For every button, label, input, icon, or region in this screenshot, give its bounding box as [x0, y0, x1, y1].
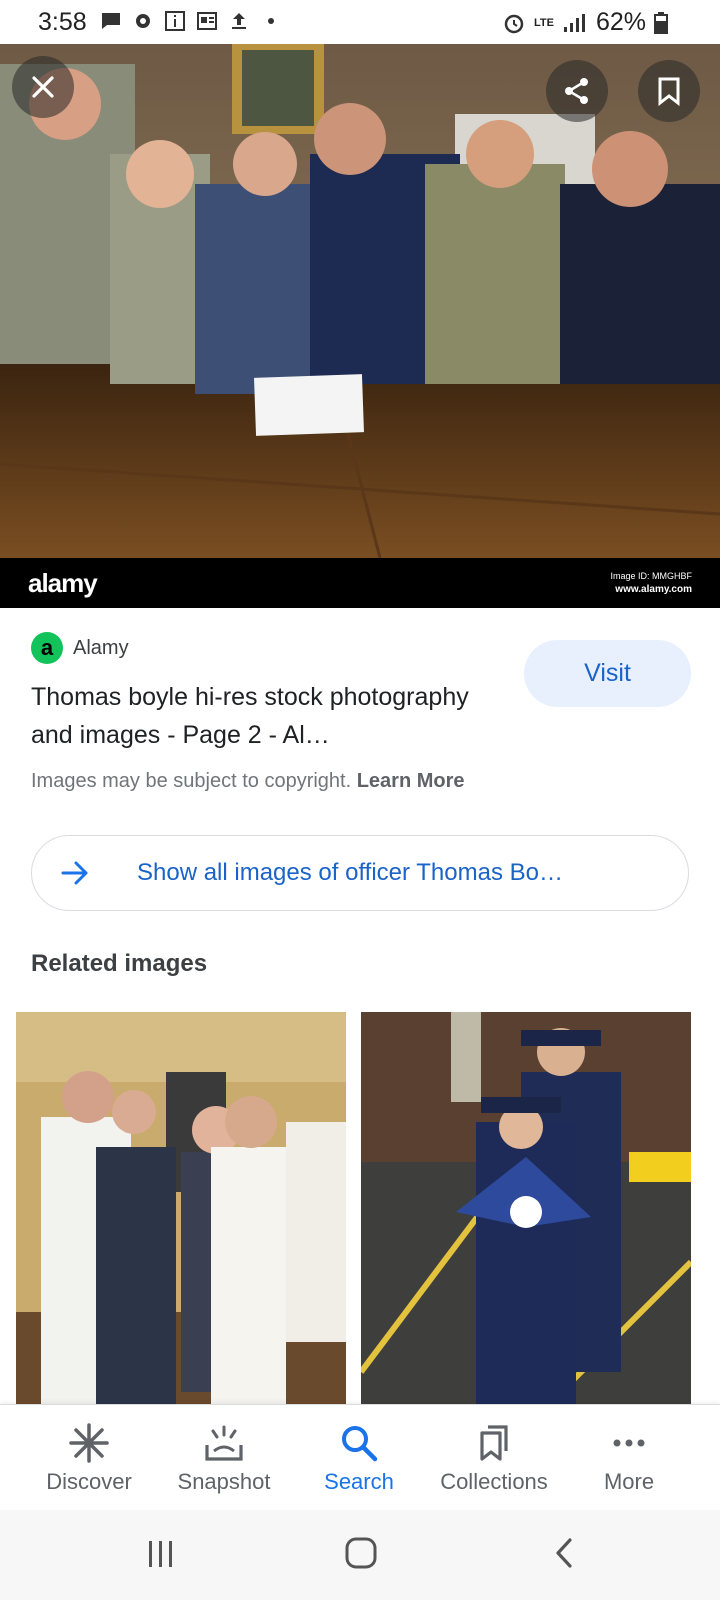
recent-apps-icon[interactable] [146, 1538, 176, 1570]
alamy-logo: alamy [28, 568, 98, 598]
close-icon [32, 76, 54, 98]
source-favicon-icon: a [31, 632, 63, 664]
news-icon [197, 12, 217, 30]
alarm-icon [504, 14, 524, 33]
copyright-notice: Images may be subject to copyright. Lear… [31, 770, 465, 793]
message-icon [102, 13, 120, 29]
back-icon[interactable] [552, 1536, 576, 1570]
dot-icon [268, 18, 274, 24]
watermark-bar: alamy Image ID: MMGHBF www.alamy.com [0, 558, 720, 608]
home-icon[interactable] [344, 1536, 378, 1570]
collections-icon [480, 1425, 508, 1461]
share-icon [565, 78, 588, 104]
system-navigation-bar [0, 1510, 720, 1600]
nav-more[interactable]: More [564, 1421, 694, 1495]
image-url: www.alamy.com [615, 584, 692, 595]
related-image-2[interactable] [361, 1012, 691, 1404]
signal-icon [563, 13, 585, 32]
arrow-right-icon [61, 861, 88, 885]
learn-more-link[interactable]: Learn More [357, 770, 465, 792]
info-icon [165, 11, 185, 31]
search-icon [342, 1426, 378, 1462]
status-time: 3:58 [38, 8, 87, 36]
nav-search[interactable]: Search [294, 1421, 424, 1495]
bookmark-icon [658, 77, 680, 106]
system-status: LTE 62% [502, 8, 668, 37]
nav-label: Discover [46, 1469, 132, 1494]
asterisk-icon [69, 1423, 109, 1463]
visit-button[interactable]: Visit [524, 640, 691, 707]
battery-icon [654, 11, 668, 34]
network-type: LTE [533, 16, 554, 29]
nav-label: Snapshot [177, 1469, 271, 1494]
bottom-navigation: Discover Snapshot Search Collections Mor… [0, 1404, 720, 1511]
more-icon [613, 1439, 645, 1447]
nav-label: More [603, 1469, 655, 1494]
battery-percent: 62% [595, 8, 646, 36]
related-images-heading: Related images [31, 950, 208, 977]
settings-icon [136, 14, 150, 28]
photo-placeholder [16, 1012, 346, 1404]
nav-label: Search [324, 1469, 394, 1494]
show-all-label: Show all images of officer Thomas Bo… [137, 859, 563, 886]
result-title[interactable]: Thomas boyle hi-res stock photography an… [31, 678, 501, 754]
nav-collections[interactable]: Collections [429, 1421, 559, 1495]
photo-placeholder [361, 1012, 691, 1404]
bookmark-button[interactable] [638, 60, 700, 122]
show-all-images-button[interactable]: Show all images of officer Thomas Bo… [31, 835, 689, 911]
source-name: Alamy [73, 636, 129, 659]
status-bar: 3:58 LTE 62% [0, 0, 720, 44]
main-image[interactable]: alamy Image ID: MMGHBF www.alamy.com [0, 44, 720, 608]
snapshot-icon [205, 1425, 243, 1461]
image-id: Image ID: MMGHBF [610, 571, 692, 581]
nav-discover[interactable]: Discover [24, 1421, 154, 1495]
close-button[interactable] [12, 56, 74, 118]
source-row[interactable]: a Alamy [31, 632, 129, 664]
photo-placeholder [0, 44, 720, 559]
share-button[interactable] [546, 60, 608, 122]
upload-icon [232, 13, 246, 29]
nav-label: Collections [440, 1469, 548, 1494]
related-image-1[interactable] [16, 1012, 346, 1404]
nav-snapshot[interactable]: Snapshot [159, 1421, 289, 1495]
copyright-text: Images may be subject to copyright. [31, 770, 352, 792]
notification-icons [100, 10, 282, 32]
image-meta: Image ID: MMGHBF www.alamy.com [610, 570, 692, 596]
